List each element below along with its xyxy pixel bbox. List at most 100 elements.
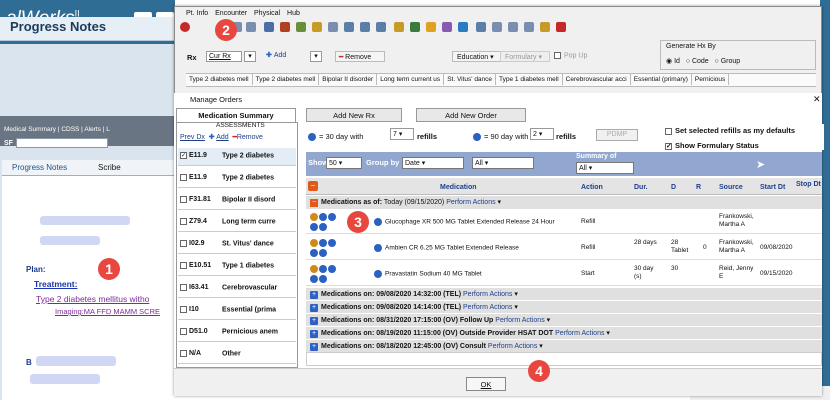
- tab-add-new-order[interactable]: Add New Order: [416, 108, 526, 122]
- assessment-remove-button[interactable]: Remove: [237, 134, 263, 141]
- assessment-checkbox[interactable]: [180, 174, 187, 181]
- assessment-checkbox[interactable]: [180, 328, 187, 335]
- assessment-checkbox[interactable]: [180, 196, 187, 203]
- dx-tab[interactable]: Bipolar II disorder: [319, 74, 378, 85]
- col-d[interactable]: D: [671, 184, 676, 191]
- ok-button[interactable]: OK: [466, 377, 506, 391]
- col-dur[interactable]: Dur.: [634, 184, 648, 191]
- assessment-row[interactable]: I02.9 St. Vitus' dance: [178, 236, 296, 254]
- group-by-select[interactable]: Date ▾: [402, 157, 464, 169]
- report-icon[interactable]: [376, 22, 386, 32]
- assessment-row[interactable]: E10.51 Type 1 diabetes: [178, 258, 296, 276]
- assessment-add-button[interactable]: Add: [216, 134, 228, 141]
- treatment-item-link[interactable]: Type 2 diabetes mellitus witho: [36, 294, 149, 304]
- assessment-checkbox[interactable]: [180, 306, 187, 313]
- col-stop-dt[interactable]: Stop Dt: [796, 181, 821, 188]
- col-source[interactable]: Source: [719, 184, 743, 191]
- medication-group-row[interactable]: + Medications on: 08/19/2020 11:15:00 (OV…: [306, 327, 822, 340]
- pop-up-checkbox[interactable]: Pop Up: [554, 52, 587, 59]
- assessment-checkbox[interactable]: [180, 350, 187, 357]
- assessment-row[interactable]: I10 Essential (prima: [178, 302, 296, 320]
- medication-row[interactable]: Pravastatin Sodium 40 MG Tablet Start 30 d…: [306, 262, 822, 286]
- dx-tab[interactable]: Long term current us: [377, 74, 445, 85]
- pencil-icon[interactable]: [442, 22, 452, 32]
- assessment-row[interactable]: I63.41 Cerebrovascular: [178, 280, 296, 298]
- alert-icon[interactable]: [426, 22, 436, 32]
- stop-icon[interactable]: [180, 22, 190, 32]
- dx-tab[interactable]: Type 2 diabetes mell: [186, 74, 253, 85]
- menu-item[interactable]: Pt. Info: [186, 10, 208, 17]
- dx-tab[interactable]: Type 1 diabetes mell: [496, 74, 563, 85]
- rx-remove-button[interactable]: ━ Remove: [335, 51, 385, 62]
- pdmp-button[interactable]: PDMP: [596, 129, 638, 141]
- summary-of-select[interactable]: All ▾: [576, 162, 634, 174]
- dx-tab[interactable]: Type 2 diabetes mell: [253, 74, 320, 85]
- rx-action-icons[interactable]: [310, 239, 338, 257]
- tab-scribe[interactable]: Scribe: [98, 163, 121, 172]
- refill-30-select[interactable]: 7 ▾: [390, 128, 414, 140]
- assessment-row[interactable]: Z79.4 Long term curre: [178, 214, 296, 232]
- show-formulary-checkbox[interactable]: ✓ Show Formulary Status: [665, 141, 759, 150]
- dx-tab[interactable]: Cerebrovascular acci: [563, 74, 631, 85]
- assessment-row[interactable]: D51.0 Pernicious anem: [178, 324, 296, 342]
- treatment-link[interactable]: Treatment:: [34, 279, 77, 289]
- col-start-dt[interactable]: Start Dt: [760, 184, 785, 191]
- chart-icon[interactable]: [312, 22, 322, 32]
- assessment-checkbox[interactable]: [180, 240, 187, 247]
- menu-item[interactable]: Hub: [287, 10, 300, 17]
- d-icon[interactable]: [328, 22, 338, 32]
- window-icon[interactable]: [476, 22, 486, 32]
- close-record-icon[interactable]: [556, 22, 566, 32]
- paint-icon[interactable]: [540, 22, 550, 32]
- chevron-down-icon[interactable]: ▾: [310, 51, 322, 62]
- close-icon[interactable]: ✕: [813, 94, 821, 105]
- medication-row[interactable]: Glucophage XR 500 MG Tablet Extended Rel…: [306, 210, 822, 234]
- generate-hx-options[interactable]: ◉ Id ○ Code ○ Group: [666, 57, 740, 65]
- copy-icon[interactable]: [492, 22, 502, 32]
- dx-tab[interactable]: St. Vitus' dance: [444, 74, 497, 85]
- show-count-select[interactable]: 50 ▾: [326, 157, 362, 169]
- cur-rx-select[interactable]: Cur Rx: [206, 51, 242, 62]
- tree-icon[interactable]: [410, 22, 420, 32]
- medication-row[interactable]: Ambien CR 6.25 MG Tablet Extended Releas…: [306, 236, 822, 260]
- medication-group-row[interactable]: + Medications on: 09/08/2020 14:32:00 (TE…: [306, 288, 822, 301]
- list-icon[interactable]: [360, 22, 370, 32]
- format-icon[interactable]: [508, 22, 518, 32]
- s-icon[interactable]: [264, 22, 274, 32]
- formulary-dropdown[interactable]: Formulary ▾: [500, 51, 550, 62]
- refill-90-select[interactable]: 2 ▾: [530, 128, 554, 140]
- number-icon[interactable]: [524, 22, 534, 32]
- col-medication[interactable]: Medication: [440, 184, 477, 191]
- chevron-down-icon[interactable]: ▾: [244, 51, 256, 62]
- dx-tab[interactable]: Essential (primary): [631, 74, 692, 85]
- medication-group-row[interactable]: + Medications on: 09/08/2020 14:14:00 (TE…: [306, 301, 822, 314]
- dx-tab[interactable]: Pernicious: [692, 74, 730, 85]
- assessment-checkbox[interactable]: [180, 262, 187, 269]
- assessment-checkbox[interactable]: ✓: [180, 152, 187, 159]
- imaging-link[interactable]: Imaging:MA FFD MAMM SCRE: [55, 307, 160, 316]
- scrollbar[interactable]: [306, 352, 822, 366]
- assessment-row[interactable]: ✓ E11.9 Type 2 diabetes: [178, 148, 296, 166]
- rx-icon[interactable]: [280, 22, 290, 32]
- medication-group-row[interactable]: + Medications on: 08/31/2020 17:15:00 (OV…: [306, 314, 822, 327]
- assessment-checkbox[interactable]: [180, 218, 187, 225]
- rx-action-icons[interactable]: [310, 265, 338, 283]
- collapse-all-icon[interactable]: −: [308, 181, 318, 191]
- assessment-checkbox[interactable]: [180, 284, 187, 291]
- flow-icon[interactable]: [296, 22, 306, 32]
- nav-links[interactable]: Medical Summary | CDSS | Alerts | L: [4, 126, 110, 133]
- calendar-icon[interactable]: [344, 22, 354, 32]
- tab-progress-notes[interactable]: Progress Notes: [12, 163, 67, 172]
- assessment-row[interactable]: F31.81 Bipolar II disord: [178, 192, 296, 210]
- assessment-row[interactable]: E11.9 Type 2 diabetes: [178, 170, 296, 188]
- rx-add-button[interactable]: ✚ Add: [266, 51, 306, 62]
- assessment-row[interactable]: N/A Other: [178, 346, 296, 364]
- menu-item[interactable]: Physical: [254, 10, 280, 17]
- doc-icon[interactable]: [246, 22, 256, 32]
- col-action[interactable]: Action: [581, 184, 603, 191]
- plugin-icon[interactable]: [458, 22, 468, 32]
- rx-action-icons[interactable]: [310, 213, 338, 231]
- folder-icon[interactable]: [394, 22, 404, 32]
- prev-dx-button[interactable]: Prev Dx: [180, 134, 205, 141]
- tab-add-new-rx[interactable]: Add New Rx: [306, 108, 402, 122]
